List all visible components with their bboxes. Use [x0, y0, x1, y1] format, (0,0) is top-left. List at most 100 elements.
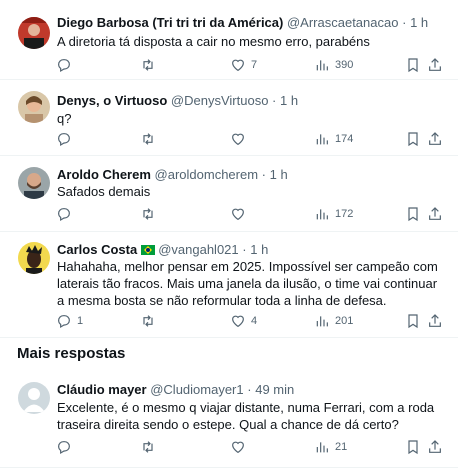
retweet-icon — [143, 315, 153, 327]
reply-tweet[interactable]: Carlos Costa @vangahl021 · 1 h Hahahaha, … — [0, 232, 458, 338]
reply-tweet[interactable]: Denys, o Virtuoso @DenysVirtuoso · 1 h q… — [0, 80, 458, 156]
view-count: 174 — [335, 133, 354, 145]
bookmark-icon — [408, 132, 418, 147]
avatar[interactable] — [18, 242, 50, 274]
like-icon — [232, 208, 244, 221]
like-icon — [232, 59, 244, 72]
author-name[interactable]: Diego Barbosa (Tri tri tri da América) — [57, 15, 283, 30]
bookmark-icon — [408, 207, 418, 222]
reply-icon — [58, 441, 70, 455]
timestamp[interactable]: 1 h — [270, 167, 288, 182]
view-count: 390 — [335, 59, 354, 71]
reply-icon — [58, 59, 70, 73]
views-button[interactable]: 201 — [314, 312, 353, 330]
bookmark-button[interactable] — [405, 438, 421, 456]
author-name[interactable]: Denys, o Virtuoso — [57, 93, 167, 108]
like-icon — [232, 133, 244, 146]
author-name[interactable]: Carlos Costa — [57, 242, 137, 257]
timestamp[interactable]: 1 h — [280, 93, 298, 108]
like-button[interactable] — [230, 130, 251, 148]
like-button[interactable] — [230, 438, 251, 456]
separator-dot: · — [402, 15, 407, 30]
bookmark-button[interactable] — [405, 130, 421, 148]
views-icon — [316, 442, 328, 453]
reply-button[interactable] — [56, 438, 77, 456]
retweet-button[interactable] — [140, 438, 161, 456]
tweet-text: Safados demais — [57, 184, 151, 199]
share-icon — [429, 58, 441, 71]
reply-tweet[interactable]: Aroldo Cherem @aroldomcherem · 1 h Safad… — [0, 156, 458, 232]
like-button[interactable]: 7 — [230, 56, 257, 74]
share-button[interactable] — [427, 438, 443, 456]
separator-dot: · — [261, 167, 267, 182]
action-bar: 21 — [52, 438, 448, 456]
share-button[interactable] — [427, 56, 443, 74]
bookmark-icon — [408, 440, 418, 455]
like-icon — [232, 441, 244, 454]
author-handle[interactable]: @DenysVirtuoso — [171, 93, 269, 108]
retweet-button[interactable] — [140, 130, 161, 148]
retweet-icon — [143, 441, 153, 453]
reply-button[interactable] — [56, 130, 77, 148]
views-button[interactable]: 172 — [314, 205, 353, 223]
like-button[interactable] — [230, 205, 251, 223]
author-name[interactable]: Cláudio mayer — [57, 382, 147, 397]
like-count: 7 — [251, 59, 258, 71]
retweet-button[interactable] — [140, 56, 161, 74]
avatar[interactable] — [18, 17, 50, 49]
retweet-button[interactable] — [140, 312, 161, 330]
views-button[interactable]: 21 — [314, 438, 347, 456]
avatar[interactable] — [18, 382, 50, 414]
avatar[interactable] — [18, 167, 50, 199]
share-button[interactable] — [427, 130, 443, 148]
author-handle[interactable]: @aroldomcherem — [155, 167, 259, 182]
bookmark-icon — [408, 314, 418, 329]
timestamp[interactable]: 1 h — [250, 242, 268, 257]
like-button[interactable]: 4 — [230, 312, 257, 330]
tweet-text: A diretoria tá disposta a cair no mesmo … — [57, 34, 370, 49]
author-name[interactable]: Aroldo Cherem — [57, 167, 151, 182]
author-handle[interactable]: @vangahl021 — [158, 242, 238, 257]
action-bar: 1 4 201 — [52, 312, 448, 330]
bookmark-button[interactable] — [405, 312, 421, 330]
share-button[interactable] — [427, 312, 443, 330]
author-handle[interactable]: @Cludiomayer1 — [150, 382, 243, 397]
reply-button[interactable] — [56, 205, 77, 223]
retweet-icon — [143, 59, 153, 71]
views-icon — [316, 60, 328, 71]
reply-icon — [58, 315, 70, 329]
retweet-icon — [143, 208, 153, 220]
view-count: 201 — [335, 315, 354, 327]
reply-count: 1 — [77, 315, 84, 327]
tweet-text: Excelente, é o mesmo q viajar distante, … — [57, 400, 435, 432]
reply-tweet[interactable]: Diego Barbosa (Tri tri tri da América) @… — [0, 0, 458, 80]
bookmark-button[interactable] — [405, 56, 421, 74]
bookmark-button[interactable] — [405, 205, 421, 223]
share-button[interactable] — [427, 205, 443, 223]
reply-button[interactable]: 1 — [56, 312, 83, 330]
reply-button[interactable] — [56, 56, 77, 74]
separator-dot: · — [272, 93, 277, 108]
share-icon — [429, 440, 441, 453]
reply-tweet[interactable]: Cláudio mayer @Cludiomayer1 · 49 min Exc… — [0, 372, 458, 468]
reply-icon — [58, 208, 70, 222]
retweet-icon — [143, 133, 153, 145]
bookmark-icon — [408, 58, 418, 73]
views-button[interactable]: 174 — [314, 130, 353, 148]
retweet-button[interactable] — [140, 205, 161, 223]
view-count: 21 — [335, 441, 348, 453]
action-bar: 7 390 — [52, 56, 448, 74]
separator-dot: · — [247, 382, 252, 397]
timestamp[interactable]: 49 min — [255, 382, 294, 397]
avatar[interactable] — [18, 91, 50, 123]
views-icon — [316, 316, 328, 327]
separator-dot: · — [242, 242, 247, 257]
tweet-text: Hahahaha, melhor pensar em 2025. Impossí… — [57, 259, 438, 308]
tweet-text: q? — [57, 111, 72, 126]
share-icon — [429, 314, 441, 327]
view-count: 172 — [335, 208, 354, 220]
reply-icon — [58, 133, 70, 147]
views-button[interactable]: 390 — [314, 56, 353, 74]
author-handle[interactable]: @Arrascaetanacao — [287, 15, 398, 30]
timestamp[interactable]: 1 h — [410, 15, 428, 30]
